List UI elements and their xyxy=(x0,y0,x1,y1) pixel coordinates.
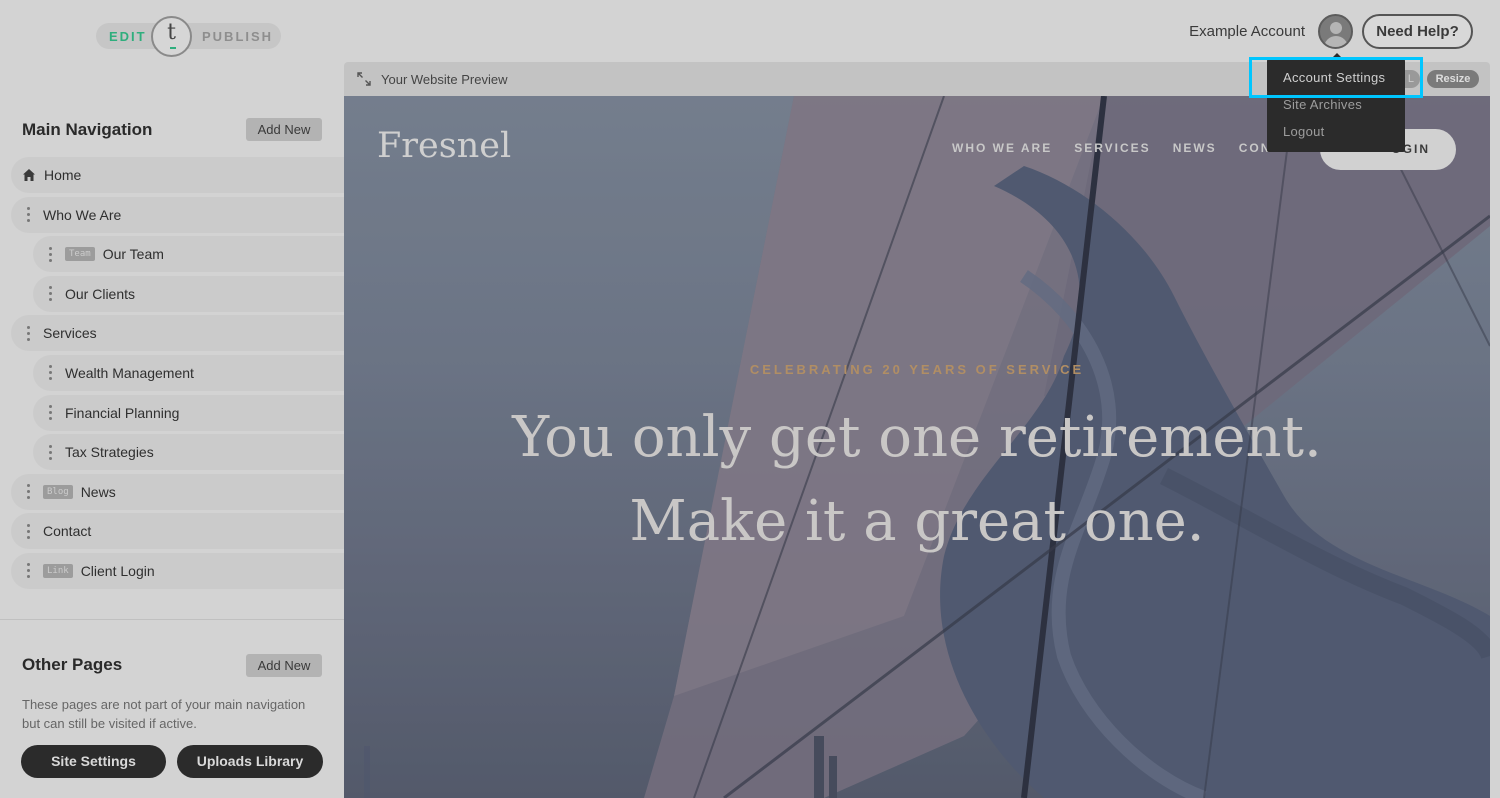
site-nav-news[interactable]: NEWS xyxy=(1173,141,1217,155)
nav-item-label: News xyxy=(80,483,116,500)
site-nav-who-we-are[interactable]: WHO WE ARE xyxy=(952,141,1052,155)
user-avatar-icon[interactable] xyxy=(1318,14,1353,49)
nav-item-label: Services xyxy=(43,325,97,342)
site-navigation: WHO WE ARE SERVICES NEWS CONT xyxy=(952,141,1281,155)
avatar-head xyxy=(1330,22,1342,34)
drag-handle-icon[interactable] xyxy=(27,207,31,223)
nav-item-label: Wealth Management xyxy=(65,364,194,381)
nav-item-home[interactable]: Home xyxy=(11,157,344,193)
drag-handle-icon[interactable] xyxy=(27,484,31,500)
main-navigation-title: Main Navigation xyxy=(22,120,153,139)
hero-tagline: CELEBRATING 20 YEARS OF SERVICE xyxy=(749,362,1085,377)
nav-item-financial-planning[interactable]: Financial Planning xyxy=(33,394,344,431)
resize-button[interactable]: Resize xyxy=(1427,70,1479,88)
site-settings-button[interactable]: Site Settings xyxy=(21,745,166,778)
other-pages-description: These pages are not part of your main na… xyxy=(22,697,306,731)
drag-handle-icon[interactable] xyxy=(49,246,53,262)
sidebar: Main Navigation Add New Home Who We Are … xyxy=(0,96,344,798)
hero-headline-line-1: You only get one retirement. xyxy=(512,405,1322,470)
drag-handle-icon[interactable] xyxy=(27,563,31,579)
hero-section: Fresnel WHO WE ARE SERVICES NEWS CONT OG… xyxy=(344,96,1490,798)
nav-item-our-team[interactable]: Team Our Team xyxy=(33,236,344,273)
nav-item-client-login[interactable]: Link Client Login xyxy=(11,552,344,589)
nav-item-contact[interactable]: Contact xyxy=(11,513,344,550)
need-help-button[interactable]: Need Help? xyxy=(1362,14,1473,49)
drag-handle-icon[interactable] xyxy=(27,523,31,539)
nav-item-tax-strategies[interactable]: Tax Strategies xyxy=(33,434,344,471)
drag-handle-icon[interactable] xyxy=(49,365,53,381)
other-pages-title: Other Pages xyxy=(22,655,123,674)
page-type-tag: Team xyxy=(65,247,95,262)
drag-handle-icon[interactable] xyxy=(49,405,53,421)
nav-item-label: Tax Strategies xyxy=(65,444,154,461)
nav-item-label: Our Team xyxy=(102,246,164,263)
nav-item-who-we-are[interactable]: Who We Are xyxy=(11,196,344,233)
menu-item-logout[interactable]: Logout xyxy=(1283,124,1325,139)
drag-handle-icon[interactable] xyxy=(27,325,31,341)
site-nav-services[interactable]: SERVICES xyxy=(1074,141,1150,155)
site-logo[interactable]: Fresnel xyxy=(377,126,511,166)
other-pages-section: Other Pages Add New These pages are not … xyxy=(0,619,344,798)
hero-headline: You only get one retirement. Make it a g… xyxy=(344,396,1490,564)
add-new-nav-button[interactable]: Add New xyxy=(246,118,322,141)
nav-item-services[interactable]: Services xyxy=(11,315,344,352)
add-new-other-page-button[interactable]: Add New xyxy=(246,654,322,677)
nav-item-news[interactable]: Blog News xyxy=(11,473,344,510)
account-name[interactable]: Example Account xyxy=(1189,23,1305,40)
page-type-tag: Link xyxy=(43,563,73,578)
nav-item-label: Who We Are xyxy=(43,206,122,223)
nav-item-our-clients[interactable]: Our Clients xyxy=(33,275,344,312)
menu-item-site-archives[interactable]: Site Archives xyxy=(1283,97,1362,112)
hero-headline-line-2: Make it a great one. xyxy=(629,489,1205,554)
main-navigation-list: Home Who We Are Team Our Team Our Client… xyxy=(0,157,344,593)
publish-mode-label[interactable]: PUBLISH xyxy=(202,29,273,44)
expand-icon[interactable] xyxy=(357,72,371,86)
drag-handle-icon[interactable] xyxy=(49,444,53,460)
home-icon xyxy=(23,169,35,181)
nav-item-label: Our Clients xyxy=(65,285,136,302)
website-preview: Your Website Preview L Resize Fresnel WH… xyxy=(344,62,1490,798)
drag-handle-icon[interactable] xyxy=(49,286,53,302)
page-type-tag: Blog xyxy=(43,484,73,499)
nav-item-label: Client Login xyxy=(80,562,155,579)
edit-mode-label[interactable]: EDIT xyxy=(109,29,147,44)
app-logo-letter: t xyxy=(167,20,176,45)
logo-underline xyxy=(170,47,176,49)
avatar-body xyxy=(1324,36,1348,47)
nav-item-label: Financial Planning xyxy=(65,404,180,421)
app-logo: t xyxy=(151,16,192,57)
preview-title: Your Website Preview xyxy=(381,72,508,87)
nav-item-label: Contact xyxy=(43,523,92,540)
nav-item-wealth-management[interactable]: Wealth Management xyxy=(33,354,344,391)
focus-highlight-box xyxy=(1249,57,1423,98)
nav-item-label: Home xyxy=(44,167,82,183)
uploads-library-button[interactable]: Uploads Library xyxy=(177,745,323,778)
